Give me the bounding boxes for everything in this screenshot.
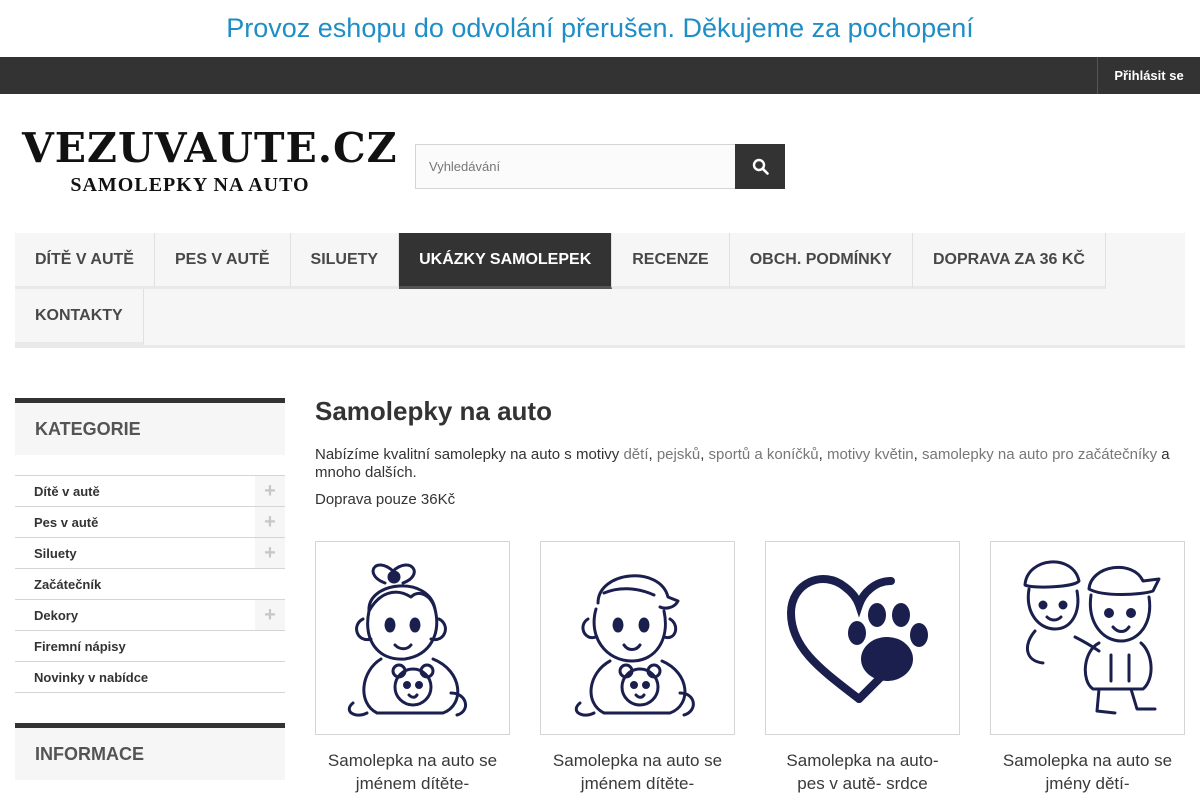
search-input[interactable]: [415, 144, 736, 189]
search-icon: [752, 158, 769, 175]
intro-text: Nabízíme kvalitní samolepky na auto s mo…: [315, 446, 1185, 482]
product-grid: Samolepka na auto se jménem dítěte- Samo…: [315, 541, 1185, 795]
categories-heading: KATEGORIE: [15, 398, 285, 455]
menu-item-kontakty[interactable]: KONTAKTY: [15, 289, 144, 345]
product-name[interactable]: Samolepka na auto se jménem dítěte-: [540, 749, 735, 795]
category-label: Pes v autě: [34, 514, 99, 530]
product-card: Samolepka na auto se jménem dítěte-: [315, 541, 510, 795]
category-label: Siluety: [34, 545, 77, 561]
category-item[interactable]: Novinky v nabídce: [15, 662, 285, 693]
login-link[interactable]: Přihlásit se: [1097, 57, 1200, 94]
girl-with-teddy-icon: [347, 563, 467, 717]
two-kids-icon: [1023, 559, 1160, 714]
intro-separator: ,: [818, 446, 827, 463]
menu-item-ukazky-samolepek[interactable]: UKÁZKY SAMOLEPEK: [399, 233, 613, 289]
menu-item-doprava[interactable]: DOPRAVA ZA 36 KČ: [912, 233, 1106, 289]
menu-row-1: DÍTĚ V AUTĚ PES V AUTĚ SILUETY UKÁZKY SA…: [15, 233, 1185, 289]
top-bar: Přihlásit se: [0, 57, 1200, 94]
intro-separator: ,: [700, 446, 709, 463]
product-name[interactable]: Samolepka na auto se jmény dětí-: [990, 749, 1185, 795]
category-list: Dítě v autě + Pes v autě + Siluety + Zač…: [15, 475, 285, 693]
intro-separator: ,: [913, 446, 922, 463]
expand-icon[interactable]: +: [255, 476, 285, 506]
category-label: Dítě v autě: [34, 483, 100, 499]
heart-paw-icon: [786, 575, 928, 703]
page-title: Samolepky na auto: [315, 396, 552, 426]
link-sportu[interactable]: sportů a koníčků: [709, 446, 819, 463]
main-menu: DÍTĚ V AUTĚ PES V AUTĚ SILUETY UKÁZKY SA…: [15, 233, 1185, 348]
intro-separator: ,: [648, 446, 657, 463]
closure-notice: Provoz eshopu do odvolání přerušen. Děku…: [226, 13, 974, 43]
product-card: Samolepka na auto- pes v autě- srdce: [765, 541, 960, 795]
category-label: Novinky v nabídce: [34, 669, 149, 685]
product-name[interactable]: Samolepka na auto se jménem dítěte-: [315, 749, 510, 795]
product-image[interactable]: [315, 541, 510, 735]
link-deti[interactable]: dětí: [623, 446, 648, 463]
category-item[interactable]: Začátečník: [15, 569, 285, 600]
category-item[interactable]: Dítě v autě +: [15, 476, 285, 507]
main-content: Samolepky na auto Nabízíme kvalitní samo…: [315, 396, 1185, 793]
category-item[interactable]: Pes v autě +: [15, 507, 285, 538]
category-item[interactable]: Firemní nápisy: [15, 631, 285, 662]
site-logo[interactable]: VEZUVAUTE.CZ SAMOLEPKY NA AUTO: [20, 124, 398, 202]
product-card: Samolepka na auto se jmény dětí-: [990, 541, 1185, 795]
expand-icon[interactable]: +: [255, 600, 285, 630]
link-zacatecniky[interactable]: samolepky na auto pro začátečníky: [922, 446, 1157, 463]
product-card: Samolepka na auto se jménem dítěte-: [540, 541, 735, 795]
boy-with-teddy-icon: [574, 574, 695, 717]
category-item[interactable]: Siluety +: [15, 538, 285, 569]
menu-row-2: KONTAKTY: [15, 289, 1185, 345]
intro-prefix: Nabízíme kvalitní samolepky na auto s mo…: [315, 446, 624, 463]
logo-subtitle: SAMOLEPKY NA AUTO: [70, 174, 310, 196]
link-kvetin[interactable]: motivy květin: [827, 446, 914, 463]
menu-item-recenze[interactable]: RECENZE: [612, 233, 730, 289]
shipping-note: Doprava pouze 36Kč: [315, 491, 456, 508]
category-label: Firemní nápisy: [34, 638, 126, 654]
category-item[interactable]: Dekory +: [15, 600, 285, 631]
search-button[interactable]: [735, 144, 785, 189]
product-image[interactable]: [540, 541, 735, 735]
expand-icon[interactable]: +: [255, 507, 285, 537]
menu-item-pes-v-aute[interactable]: PES V AUTĚ: [154, 233, 291, 289]
menu-item-dite-v-aute[interactable]: DÍTĚ V AUTĚ: [15, 233, 155, 289]
menu-item-siluety[interactable]: SILUETY: [290, 233, 400, 289]
category-label: Začátečník: [34, 576, 102, 592]
logo-title: VEZUVAUTE.CZ: [22, 124, 398, 172]
product-image[interactable]: [990, 541, 1185, 735]
product-name[interactable]: Samolepka na auto- pes v autě- srdce: [765, 749, 960, 795]
menu-item-obchodni-podminky[interactable]: OBCH. PODMÍNKY: [729, 233, 913, 289]
category-label: Dekory: [34, 607, 79, 623]
left-sidebar: KATEGORIE Dítě v autě + Pes v autě + Sil…: [15, 398, 285, 780]
header: VEZUVAUTE.CZ SAMOLEPKY NA AUTO: [0, 94, 1200, 233]
information-heading: INFORMACE: [15, 723, 285, 780]
expand-icon[interactable]: +: [255, 538, 285, 568]
product-image[interactable]: [765, 541, 960, 735]
link-pejsku[interactable]: pejsků: [657, 446, 700, 463]
